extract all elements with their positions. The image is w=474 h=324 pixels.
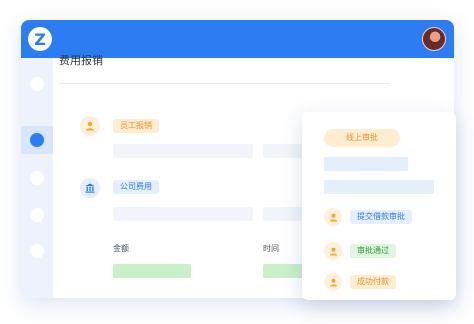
company-expense-tag[interactable]: 公司费用 xyxy=(113,180,159,194)
page-title: 费用报销 xyxy=(59,54,103,67)
person-icon xyxy=(324,242,342,260)
company-field-2[interactable] xyxy=(263,207,303,221)
amount-field[interactable] xyxy=(113,264,191,278)
time-field[interactable] xyxy=(263,264,303,278)
employee-reimbursement-tag[interactable]: 员工报销 xyxy=(113,119,159,133)
step-submit-tag[interactable]: 提交借款审批 xyxy=(350,210,412,224)
nav-dot-icon xyxy=(30,133,44,147)
amount-label: 金额 xyxy=(113,244,129,253)
company-field-1[interactable] xyxy=(113,207,253,221)
approval-card: 线上审批 提交借款审批 审批通过 成功付款 xyxy=(302,112,456,300)
sidebar-item-3[interactable] xyxy=(21,164,53,192)
person-icon xyxy=(324,208,342,226)
online-approval-tag[interactable]: 线上审批 xyxy=(324,129,400,147)
approval-field-2[interactable] xyxy=(324,180,434,194)
sidebar-item-5[interactable] xyxy=(21,237,53,265)
sidebar xyxy=(21,58,53,298)
sidebar-item-4[interactable] xyxy=(21,201,53,229)
divider xyxy=(59,83,390,84)
person-icon xyxy=(324,273,342,291)
approval-field-1[interactable] xyxy=(324,157,408,171)
nav-dot-icon xyxy=(30,208,44,222)
z-logo-icon[interactable]: Z xyxy=(28,27,52,51)
person-icon xyxy=(80,116,100,136)
time-label: 时间 xyxy=(263,244,279,253)
sidebar-item-2[interactable] xyxy=(21,126,53,154)
step-paid-tag[interactable]: 成功付款 xyxy=(350,275,396,289)
bank-icon xyxy=(80,178,100,198)
step-approved-tag[interactable]: 审批通过 xyxy=(350,244,396,258)
employee-field-1[interactable] xyxy=(113,144,253,158)
sidebar-item-1[interactable] xyxy=(21,70,53,98)
nav-dot-icon xyxy=(30,171,44,185)
nav-dot-icon xyxy=(30,244,44,258)
nav-dot-icon xyxy=(30,77,44,91)
avatar[interactable] xyxy=(422,27,446,51)
employee-field-2[interactable] xyxy=(263,144,303,158)
